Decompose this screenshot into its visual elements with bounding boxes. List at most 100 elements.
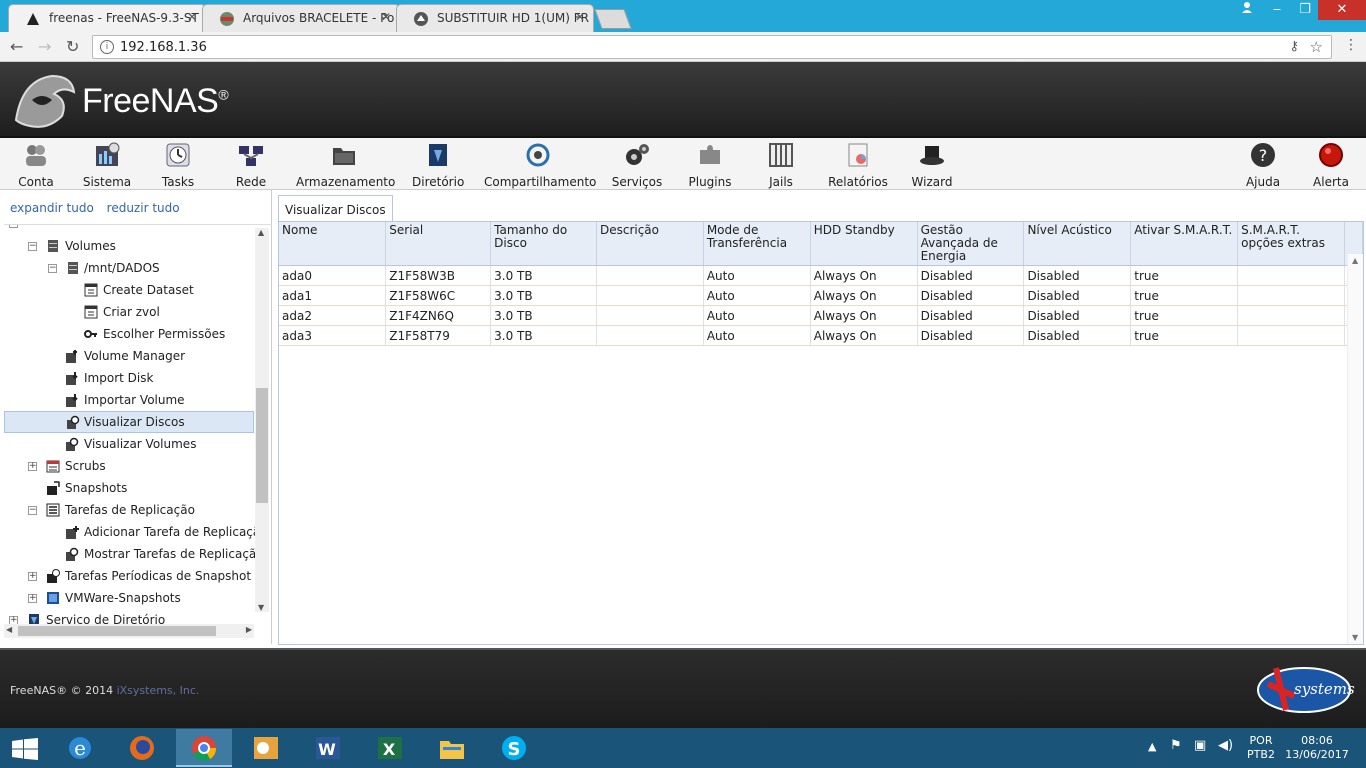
taskbar-firefox[interactable] xyxy=(114,729,170,767)
tree-item-visualizar-discos[interactable]: Visualizar Discos xyxy=(4,411,254,433)
table-row[interactable]: ada3 Z1F58T79 3.0 TB Auto Always On Disa… xyxy=(279,325,1363,346)
close-tab-icon[interactable]: ✕ xyxy=(381,10,391,24)
key-icon[interactable]: ⚷ xyxy=(1289,39,1299,54)
tree-item-mostrar-tarefas-replicacao[interactable]: Mostrar Tarefas de Replicação xyxy=(4,543,264,565)
tree-item-import-disk[interactable]: Import Disk xyxy=(4,367,254,389)
tree-item-create-dataset[interactable]: Create Dataset xyxy=(4,279,254,301)
browser-tab-freenas[interactable]: freenas - FreeNAS-9.3-ST ✕ xyxy=(8,4,206,32)
directory-button[interactable]: Diretório xyxy=(412,142,464,189)
column-header[interactable]: HDD Standby xyxy=(810,222,918,266)
alert-button[interactable]: Alerta xyxy=(1310,142,1352,189)
cell-transfer-mode: Auto xyxy=(703,265,811,286)
browser-tab-substituir[interactable]: SUBSTITUIR HD 1(UM) FR ✕ xyxy=(396,4,594,32)
taskbar-excel[interactable]: X xyxy=(362,729,418,767)
column-header[interactable]: Nome xyxy=(279,222,387,266)
table-row[interactable]: ada2 Z1F4ZN6Q 3.0 TB Auto Always On Disa… xyxy=(279,305,1363,326)
cell-smart-enabled: true xyxy=(1130,265,1239,286)
network-button[interactable]: Rede xyxy=(234,142,268,189)
minimize-icon[interactable]: ‒ xyxy=(1262,0,1292,20)
site-info-icon[interactable]: i xyxy=(100,40,114,54)
taskbar-word[interactable]: W xyxy=(300,729,356,767)
svg-text:e: e xyxy=(74,736,86,760)
reload-icon[interactable]: ↻ xyxy=(66,37,79,56)
column-header[interactable]: Nível Acústico xyxy=(1023,222,1132,266)
system-clock[interactable]: 08:06 13/06/2017 xyxy=(1284,734,1350,762)
address-bar[interactable]: i 192.168.1.36 ⚷ ☆ xyxy=(92,35,1332,59)
forward-arrow-icon[interactable]: → xyxy=(38,37,51,56)
account-button[interactable]: Conta xyxy=(18,142,54,189)
cell-power-management: Disabled xyxy=(917,305,1025,326)
cell-hdd-standby: Always On xyxy=(810,265,918,286)
tree-horizontal-scrollbar[interactable]: ◀ ▶ xyxy=(4,624,254,638)
collapse-all-link[interactable]: reduzir tudo xyxy=(107,201,180,215)
taskbar-skype[interactable]: S xyxy=(486,729,542,767)
taskbar-outlook[interactable] xyxy=(238,729,294,767)
tree-item-adicionar-tarefa-replicacao[interactable]: Adicionar Tarefa de Replicação xyxy=(4,521,268,543)
table-row[interactable]: ada1 Z1F58W6C 3.0 TB Auto Always On Disa… xyxy=(279,285,1363,306)
tasks-button[interactable]: Tasks xyxy=(160,142,196,189)
action-center-flag-icon[interactable]: ⚑ xyxy=(1170,739,1182,753)
tree-item-escolher-permissoes[interactable]: Escolher Permissões xyxy=(4,323,254,345)
column-header[interactable]: Ativar S.M.A.R.T. xyxy=(1130,222,1239,266)
tree-item-tarefas-replicacao[interactable]: − Tarefas de Replicação xyxy=(4,499,254,521)
close-tab-icon[interactable]: ✕ xyxy=(575,10,585,24)
taskbar-file-explorer[interactable] xyxy=(424,729,480,767)
tree-item-visualizar-volumes[interactable]: Visualizar Volumes xyxy=(4,433,254,455)
volume-icon[interactable]: ◀) xyxy=(1218,739,1233,753)
system-button[interactable]: Sistema xyxy=(82,142,132,189)
show-hidden-icons-icon[interactable]: ▲ xyxy=(1148,740,1156,754)
company-link[interactable]: iXsystems, Inc. xyxy=(117,684,200,697)
jail-bars-icon xyxy=(769,143,793,167)
restore-icon[interactable]: ❐ xyxy=(1290,0,1320,20)
tree-item-mnt-dados[interactable]: − /mnt/DADOS xyxy=(4,257,254,279)
table-row[interactable]: ada0 Z1F58W3B 3.0 TB Auto Always On Disa… xyxy=(279,265,1363,286)
column-header[interactable]: Gestão Avançada de Energia xyxy=(917,222,1025,266)
tab-visualizar-discos[interactable]: Visualizar Discos xyxy=(278,195,393,221)
tree-item-snapshots[interactable]: Snapshots xyxy=(4,477,254,499)
browser-tab-arquivos[interactable]: Arquivos BRACELETE - Po ✕ xyxy=(202,4,400,32)
expand-all-link[interactable]: expandir tudo xyxy=(10,201,94,215)
cell-size: 3.0 TB xyxy=(490,285,597,306)
column-header[interactable]: Serial xyxy=(385,222,492,266)
close-window-icon[interactable]: ✕ xyxy=(1318,0,1366,20)
menu-kebab-icon[interactable]: ⋮ xyxy=(1344,37,1358,53)
user-icon[interactable] xyxy=(1232,0,1262,20)
tree-item-scrubs[interactable]: + Scrubs xyxy=(4,455,254,477)
tree-item-volumes[interactable]: − Volumes xyxy=(4,235,254,257)
language-indicator[interactable]: POR PTB2 xyxy=(1244,734,1278,762)
tree-item-tarefas-periodicas-snapshot[interactable]: + Tarefas Períodicas de Snapshot xyxy=(4,565,254,587)
bookmark-star-icon[interactable]: ☆ xyxy=(1310,38,1323,56)
network-status-icon[interactable]: ▣ xyxy=(1194,739,1206,753)
scrollbar-thumb[interactable] xyxy=(18,626,216,636)
scrollbar-thumb[interactable] xyxy=(256,388,268,503)
close-tab-icon[interactable]: ✕ xyxy=(187,10,197,24)
tree-item-storage-partial[interactable]: − xyxy=(4,225,254,235)
internet-explorer-icon: e xyxy=(69,736,91,760)
tree-item-criar-zvol[interactable]: Criar zvol xyxy=(4,301,254,323)
services-button[interactable]: Serviços xyxy=(610,142,664,189)
back-arrow-icon[interactable]: ← xyxy=(10,37,23,56)
taskbar-chrome[interactable] xyxy=(176,729,232,767)
tree-item-volume-manager[interactable]: Volume Manager xyxy=(4,345,254,367)
jails-button[interactable]: Jails xyxy=(764,142,798,189)
plugins-button[interactable]: Plugins xyxy=(688,142,732,189)
wizard-button[interactable]: Wizard xyxy=(910,142,954,189)
clock-icon xyxy=(166,143,190,167)
tree-item-importar-volume[interactable]: Importar Volume xyxy=(4,389,254,411)
start-button[interactable] xyxy=(0,729,50,767)
taskbar-internet-explorer[interactable]: e xyxy=(52,729,108,767)
column-header[interactable]: Tamanho do Disco xyxy=(490,222,597,266)
cell-size: 3.0 TB xyxy=(490,305,597,326)
new-tab-button[interactable] xyxy=(594,9,632,29)
column-header[interactable]: S.M.A.R.T. opções extras xyxy=(1237,222,1345,266)
help-button[interactable]: ? Ajuda xyxy=(1244,142,1282,189)
tree-item-vmware-snapshots[interactable]: + VMWare-Snapshots xyxy=(4,587,254,609)
reports-button[interactable]: Relatórios xyxy=(828,142,888,189)
grid-vertical-scrollbar[interactable]: ▲ ▼ xyxy=(1347,254,1363,644)
column-header[interactable]: Descrição xyxy=(596,222,704,266)
cell-smart-options xyxy=(1237,265,1345,286)
sharing-button[interactable]: Compartilhamento xyxy=(484,142,596,189)
storage-button[interactable]: Armazenamento xyxy=(296,142,395,189)
tree-vertical-scrollbar[interactable]: ▲ ▼ xyxy=(255,228,269,612)
column-header[interactable]: Mode de Transferência xyxy=(703,222,811,266)
